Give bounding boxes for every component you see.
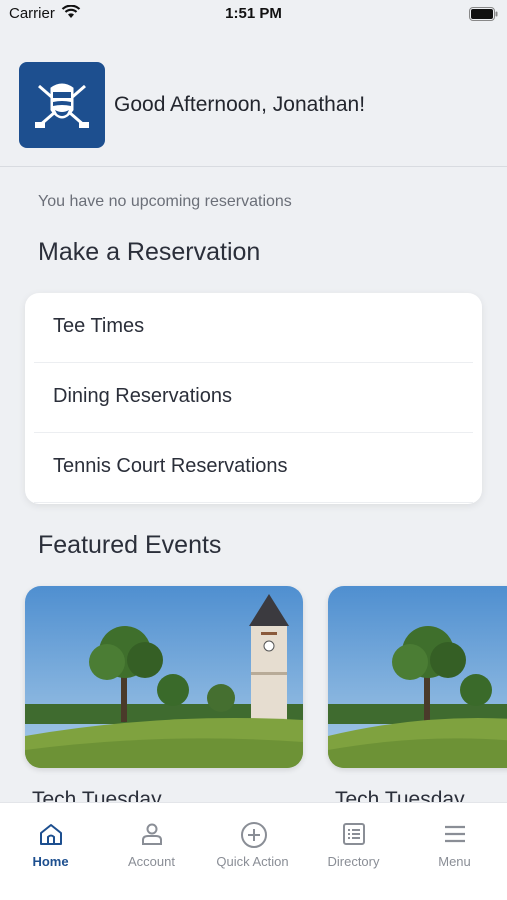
option-label: Tee Times [53,315,145,337]
status-bar: Carrier 1:51 PM [0,0,507,28]
tee-times-option[interactable]: Tee Times [34,293,473,363]
tab-directory[interactable]: Directory [303,803,404,900]
make-reservation-title: Make a Reservation [38,238,261,266]
event-card[interactable] [25,586,303,768]
event-image [25,586,303,768]
home-header: Good Afternoon, Jonathan! [0,28,507,167]
club-crest-icon [19,62,105,148]
plus-circle-icon [241,822,267,848]
battery-icon [469,7,498,21]
event-image [328,586,507,768]
tab-quick-action[interactable]: Quick Action [202,803,303,900]
no-reservations-message: You have no upcoming reservations [38,193,292,210]
person-icon [142,823,162,845]
tab-label: Quick Action [216,854,289,869]
tab-label: Directory [327,854,380,869]
dining-reservations-option[interactable]: Dining Reservations [34,363,473,433]
tab-bar: Home Account Quick Action Directory Menu [0,802,507,900]
tab-label: Home [32,854,69,869]
event-card[interactable] [328,586,507,768]
tab-home[interactable]: Home [0,803,101,900]
tab-label: Menu [438,854,471,869]
reservation-options-card: Tee Times Dining Reservations Tennis Cou… [25,293,482,504]
option-label: Tennis Court Reservations [53,455,288,477]
greeting-text: Good Afternoon, Jonathan! [114,93,366,116]
featured-events-title: Featured Events [38,531,222,559]
list-icon [343,823,365,845]
tab-menu[interactable]: Menu [404,803,505,900]
tennis-court-reservations-option[interactable]: Tennis Court Reservations [34,433,473,503]
status-time: 1:51 PM [225,5,282,22]
tab-label: Account [128,854,175,869]
option-label: Dining Reservations [53,385,232,407]
hamburger-icon [445,825,465,843]
home-icon [40,824,62,845]
tab-account[interactable]: Account [101,803,202,900]
